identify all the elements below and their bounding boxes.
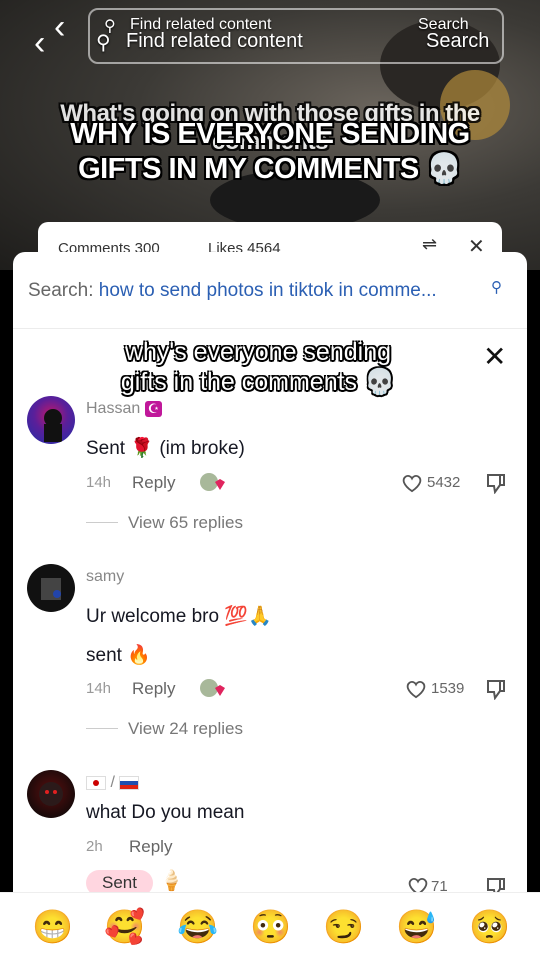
comment-text-part: (im broke) [159, 438, 245, 459]
russia-flag-icon [119, 775, 140, 790]
grin-emoji[interactable]: 😁 [32, 909, 73, 945]
comment-text-part: Ur welcome bro [86, 606, 220, 627]
view-replies-link[interactable]: View 65 replies [128, 513, 243, 533]
video-caption-line2: GIFTS IN MY COMMENTS 💀 [20, 152, 520, 186]
gift-avatar-icon[interactable] [199, 678, 225, 698]
crescent-badge-icon: ☪ [144, 401, 163, 417]
like-heart-icon[interactable] [401, 473, 423, 493]
search-placeholder: Find related content [126, 30, 303, 52]
avatar[interactable] [27, 396, 75, 444]
username-text[interactable]: / [110, 774, 114, 791]
search-button[interactable]: Search [426, 30, 489, 53]
dislike-icon[interactable] [485, 472, 507, 494]
gift-avatar-icon[interactable] [199, 472, 225, 492]
sticker-line1: why's everyone sending [124, 338, 392, 366]
avatar-figure-icon [44, 409, 62, 442]
video-caption-line2-text: GIFTS IN MY COMMENTS [78, 153, 419, 185]
emoji-quick-bar: 😁 🥰 😂 😳 😏 😅 🥺 [0, 892, 540, 961]
ice-cream-emoji: 🍦 [159, 870, 184, 892]
rose-emoji: 🌹 [130, 438, 155, 459]
username[interactable]: samy [86, 568, 124, 586]
username[interactable]: / [86, 774, 140, 792]
fire-emoji: 🔥 [127, 645, 151, 666]
comment-text: Ur welcome bro 💯🙏 [86, 604, 272, 628]
like-count: 5432 [427, 474, 461, 491]
comment-text: Sent 🌹 (im broke) [86, 436, 245, 460]
avatar-figure-icon [39, 782, 63, 806]
skull-emoji: 💀 [364, 368, 396, 396]
view-replies-link[interactable]: View 24 replies [128, 719, 243, 739]
pleading-emoji[interactable]: 🥺 [469, 909, 510, 945]
comment-text-part: sent [86, 645, 122, 666]
search-query[interactable]: how to send photos in tiktok in comme... [99, 280, 437, 301]
back-chevron-icon[interactable]: ‹ [54, 10, 65, 44]
avatar[interactable] [27, 564, 75, 612]
like-count: 1539 [431, 680, 465, 697]
username-text[interactable]: Hassan [86, 400, 140, 417]
back-chevron-icon-ghost[interactable]: ‹ [34, 26, 45, 60]
video-caption-line1: WHY IS EVERYONE SENDING [70, 118, 470, 150]
avatar-figure-icon [41, 578, 61, 600]
search-label: Search: [28, 280, 94, 301]
search-icon: ⚲ [96, 32, 111, 54]
related-search[interactable]: Search: how to send photos in tiktok in … [28, 280, 437, 302]
reply-button[interactable]: Reply [132, 679, 175, 699]
flushed-emoji[interactable]: 😳 [250, 909, 291, 945]
like-heart-icon[interactable] [405, 679, 427, 699]
sweat-smile-emoji[interactable]: 😅 [396, 909, 437, 945]
reply-button[interactable]: Reply [132, 473, 175, 493]
comment-text: sent 🔥 [86, 643, 151, 667]
japan-flag-icon [86, 775, 106, 790]
username[interactable]: Hassan ☪ [86, 400, 163, 418]
comment-time: 14h [86, 474, 112, 491]
comment-time: 14h [86, 680, 112, 697]
close-icon[interactable]: ✕ [483, 340, 506, 373]
pray-emoji: 🙏 [248, 606, 272, 627]
dislike-icon[interactable] [485, 678, 507, 700]
comment-time: 2h [86, 838, 103, 855]
hundred-emoji: 💯 [224, 606, 248, 627]
reply-button[interactable]: Reply [129, 837, 172, 857]
smirk-emoji[interactable]: 😏 [323, 909, 364, 945]
reply-divider [86, 522, 118, 523]
skull-emoji: 💀 [426, 153, 462, 185]
avatar[interactable] [27, 770, 75, 818]
comment-text: what Do you mean [86, 802, 245, 823]
smiling-hearts-emoji[interactable]: 🥰 [104, 909, 145, 945]
sticker-line2: gifts in the comments 💀 [103, 368, 413, 397]
reply-divider [86, 728, 118, 729]
search-icon[interactable]: ⚲ [491, 278, 502, 296]
comment-text-part: Sent [86, 438, 126, 459]
related-search-row[interactable]: Search: how to send photos in tiktok in … [13, 252, 527, 329]
tears-of-joy-emoji[interactable]: 😂 [177, 909, 218, 945]
sticker-line2-text: gifts in the comments [120, 368, 358, 396]
sent-chip-label: Sent [102, 873, 137, 892]
comments-sheet: Search: how to send photos in tiktok in … [13, 252, 527, 960]
